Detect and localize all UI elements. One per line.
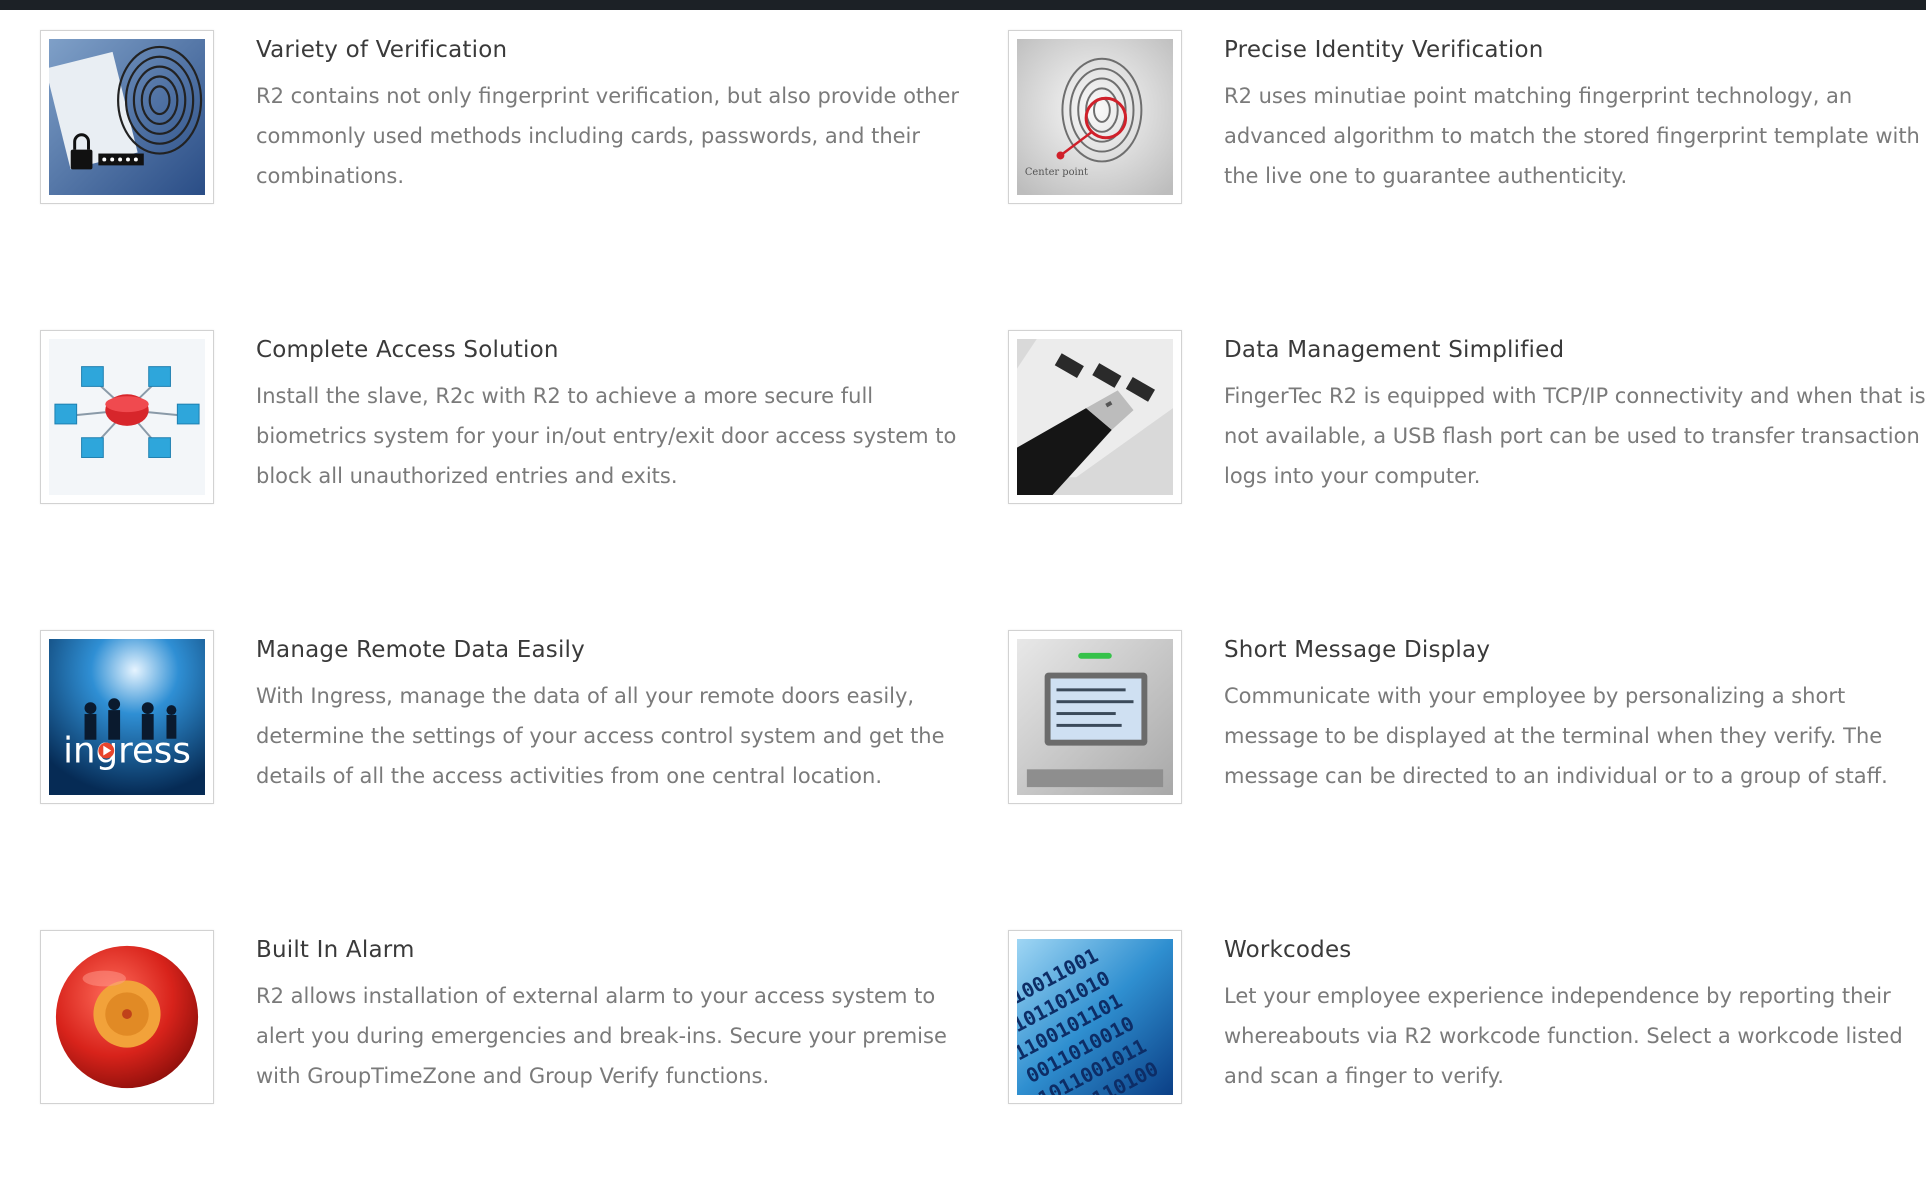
terminal-display-icon xyxy=(1008,630,1182,804)
alarm-bell-icon xyxy=(40,930,214,1104)
feature-text: Data Management Simplified FingerTec R2 … xyxy=(1224,336,1926,496)
feature-text: Variety of Verification R2 contains not … xyxy=(256,36,976,196)
feature-workcodes: 1010011001 0101101010 1100101101 0011010… xyxy=(1008,930,1926,1120)
feature-complete-access-solution: Complete Access Solution Install the sla… xyxy=(40,330,970,520)
feature-text: Complete Access Solution Install the sla… xyxy=(256,336,976,496)
feature-data-management-simplified: Data Management Simplified FingerTec R2 … xyxy=(1008,330,1926,520)
feature-title: Precise Identity Verification xyxy=(1224,37,1544,63)
feature-variety-of-verification: Variety of Verification R2 contains not … xyxy=(40,30,970,220)
feature-description: Install the slave, R2c with R2 to achiev… xyxy=(256,384,957,488)
fingerprint-center-point-icon: Center point xyxy=(1008,30,1182,204)
feature-text: Manage Remote Data Easily With Ingress, … xyxy=(256,636,976,796)
center-point-caption: Center point xyxy=(1025,167,1088,178)
feature-text: Precise Identity Verification R2 uses mi… xyxy=(1224,36,1926,196)
feature-title: Short Message Display xyxy=(1224,637,1491,663)
feature-title: Complete Access Solution xyxy=(256,337,559,363)
ingress-logo-icon: ingress xyxy=(40,630,214,804)
feature-text: Built In Alarm R2 allows installation of… xyxy=(256,936,976,1096)
feature-description: R2 allows installation of external alarm… xyxy=(256,984,947,1088)
feature-precise-identity-verification: Center point Precise Identity Verificati… xyxy=(1008,30,1926,220)
feature-title: Built In Alarm xyxy=(256,937,415,963)
feature-grid: Variety of Verification R2 contains not … xyxy=(0,0,1926,1178)
feature-built-in-alarm: Built In Alarm R2 allows installation of… xyxy=(40,930,970,1120)
feature-manage-remote-data-easily: ingress Manage Remote Data Easily With I… xyxy=(40,630,970,820)
ingress-wordmark: ingress xyxy=(63,730,191,771)
feature-text: Workcodes Let your employee experience i… xyxy=(1224,936,1926,1096)
feature-description: R2 uses minutiae point matching fingerpr… xyxy=(1224,84,1920,188)
binary-code-icon: 1010011001 0101101010 1100101101 0011010… xyxy=(1008,930,1182,1104)
feature-title: Variety of Verification xyxy=(256,37,508,63)
feature-description: Let your employee experience independenc… xyxy=(1224,984,1903,1088)
usb-flash-drive-icon xyxy=(1008,330,1182,504)
feature-description: FingerTec R2 is equipped with TCP/IP con… xyxy=(1224,384,1926,488)
feature-title: Data Management Simplified xyxy=(1224,337,1565,363)
feature-description: Communicate with your employee by person… xyxy=(1224,684,1888,788)
feature-title: Manage Remote Data Easily xyxy=(256,637,585,663)
feature-description: With Ingress, manage the data of all you… xyxy=(256,684,945,788)
feature-short-message-display: Short Message Display Communicate with y… xyxy=(1008,630,1926,820)
fingerprint-card-icon xyxy=(40,30,214,204)
feature-description: R2 contains not only fingerprint verific… xyxy=(256,84,960,188)
feature-text: Short Message Display Communicate with y… xyxy=(1224,636,1926,796)
feature-title: Workcodes xyxy=(1224,937,1352,963)
network-nodes-icon xyxy=(40,330,214,504)
